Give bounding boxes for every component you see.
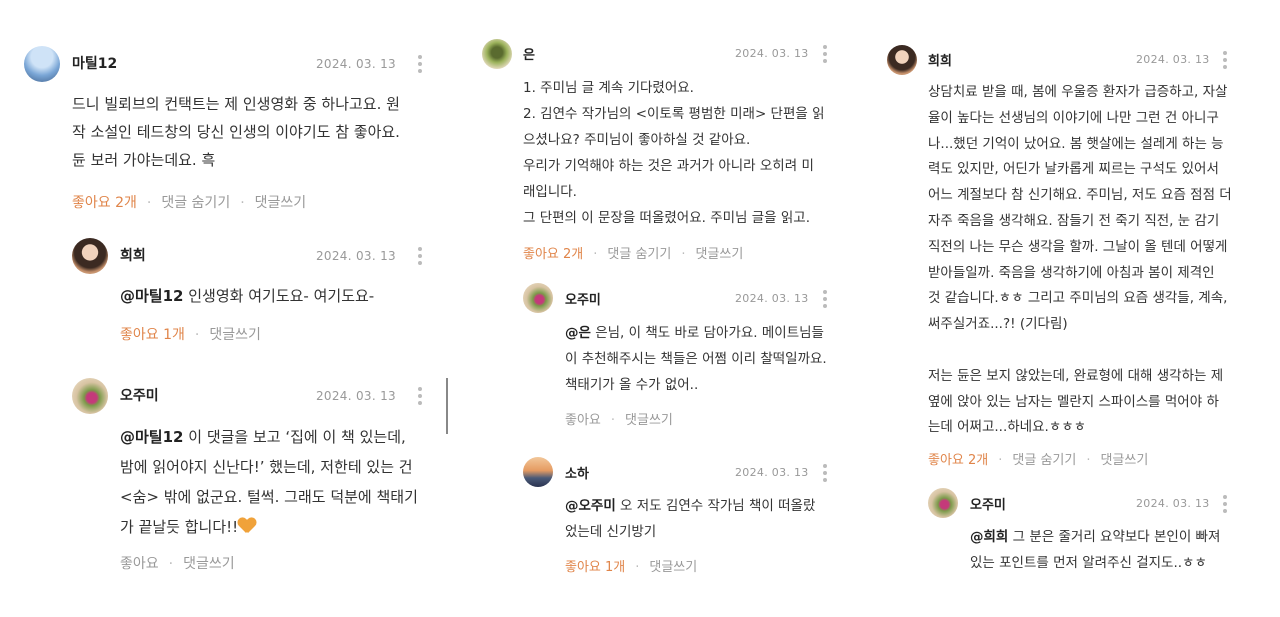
reply-button[interactable]: 댓글쓰기 xyxy=(1100,453,1148,468)
comment-actions: 좋아요 2개 · 댓글 숨기기 · 댓글쓰기 xyxy=(523,247,744,262)
comment-date: 2024. 03. 13 xyxy=(735,47,809,60)
avatar[interactable] xyxy=(523,283,553,313)
comment-text: 1. 주미님 글 계속 기다렸어요. 2. 김연수 작가님의 <이토록 평범한 … xyxy=(523,80,825,226)
comment-text: @은 은님, 이 책도 바로 담아가요. 메이트님들 이 추천해주시는 책들은 … xyxy=(565,325,827,393)
reply-button[interactable]: 댓글쓰기 xyxy=(649,560,697,575)
avatar[interactable] xyxy=(887,45,917,75)
comment: 희희 2024. 03. 13 상담치료 받을 때, 봄에 우울증 환자가 급증… xyxy=(880,0,1280,480)
comment-text: @희희 그 분은 줄거리 요약보다 본인이 빠져 있는 포인트를 먼저 알려주신… xyxy=(970,529,1221,571)
scrollbar-thumb[interactable] xyxy=(446,378,448,434)
mention-link[interactable]: @오주미 xyxy=(565,498,616,514)
comment-actions: 좋아요 · 댓글쓰기 xyxy=(120,556,235,572)
comment-actions: 좋아요 2개 · 댓글 숨기기 · 댓글쓰기 xyxy=(72,195,307,211)
orange-heart-icon xyxy=(238,518,256,534)
reply-button[interactable]: 댓글쓰기 xyxy=(625,413,673,428)
like-button[interactable]: 좋아요 2개 xyxy=(72,195,137,211)
reply-comment: 오주미 2024. 03. 13 @마틸12 이 댓글을 보고 ‘집에 이 책 … xyxy=(0,368,460,588)
like-button[interactable]: 좋아요 1개 xyxy=(120,327,185,343)
like-button[interactable]: 좋아요 xyxy=(120,556,159,572)
comment: 마틸12 2024. 03. 13 드니 빌뢰브의 컨택트는 제 인생영화 중 … xyxy=(0,0,460,220)
avatar[interactable] xyxy=(24,46,60,82)
comment-column-2: 은 2024. 03. 13 1. 주미님 글 계속 기다렸어요. 2. 김연수… xyxy=(470,0,880,617)
comment-author[interactable]: 오주미 xyxy=(565,289,601,308)
more-options-icon[interactable] xyxy=(823,290,827,311)
more-options-icon[interactable] xyxy=(1223,495,1227,516)
more-options-icon[interactable] xyxy=(418,247,422,268)
more-options-icon[interactable] xyxy=(418,387,422,408)
comment-author[interactable]: 희희 xyxy=(928,50,952,69)
comment-actions: 좋아요 1개 · 댓글쓰기 xyxy=(120,327,261,343)
comment-date: 2024. 03. 13 xyxy=(1136,53,1210,66)
reply-comment: 소하 2024. 03. 13 @오주미 오 저도 김연수 작가님 책이 떠올랐… xyxy=(470,455,880,585)
avatar[interactable] xyxy=(482,39,512,69)
hide-replies-button[interactable]: 댓글 숨기기 xyxy=(161,195,230,211)
like-button[interactable]: 좋아요 xyxy=(565,413,601,428)
comment-author[interactable]: 오주미 xyxy=(120,385,159,405)
comment-author[interactable]: 은 xyxy=(523,44,535,63)
avatar[interactable] xyxy=(928,488,958,518)
comment-actions: 좋아요 2개 · 댓글 숨기기 · 댓글쓰기 xyxy=(928,453,1149,468)
more-options-icon[interactable] xyxy=(1223,51,1227,72)
comment-text: @마틸12 이 댓글을 보고 ‘집에 이 책 있는데, 밤에 읽어야지 신난다!… xyxy=(120,428,418,536)
comment-date: 2024. 03. 13 xyxy=(316,57,396,71)
like-button[interactable]: 좋아요 2개 xyxy=(928,453,988,468)
more-options-icon[interactable] xyxy=(418,55,422,76)
more-options-icon[interactable] xyxy=(823,464,827,485)
mention-link[interactable]: @마틸12 xyxy=(120,428,183,446)
comment-date: 2024. 03. 13 xyxy=(316,249,396,263)
comment-author[interactable]: 마틸12 xyxy=(72,53,117,73)
comment-date: 2024. 03. 13 xyxy=(316,389,396,403)
comment-author[interactable]: 오주미 xyxy=(970,494,1006,513)
reply-comment: 오주미 2024. 03. 13 @희희 그 분은 줄거리 요약보다 본인이 빠… xyxy=(880,485,1280,595)
hide-replies-button[interactable]: 댓글 숨기기 xyxy=(1012,453,1076,468)
comment-text: 드니 빌뢰브의 컨택트는 제 인생영화 중 하나고요. 원 작 소설인 테드창의… xyxy=(72,95,400,169)
avatar[interactable] xyxy=(72,238,108,274)
reply-comment: 희희 2024. 03. 13 @마틸12 인생영화 여기도요- 여기도요- 좋… xyxy=(0,228,460,348)
like-button[interactable]: 좋아요 2개 xyxy=(523,247,583,262)
hide-replies-button[interactable]: 댓글 숨기기 xyxy=(607,247,671,262)
mention-link[interactable]: @은 xyxy=(565,325,591,341)
comment-date: 2024. 03. 13 xyxy=(1136,497,1210,510)
reply-button[interactable]: 댓글쓰기 xyxy=(183,556,235,572)
more-options-icon[interactable] xyxy=(823,45,827,66)
comment: 은 2024. 03. 13 1. 주미님 글 계속 기다렸어요. 2. 김연수… xyxy=(470,0,880,270)
comment-date: 2024. 03. 13 xyxy=(735,466,809,479)
comment-date: 2024. 03. 13 xyxy=(735,292,809,305)
comment-actions: 좋아요 · 댓글쓰기 xyxy=(565,413,673,428)
reply-button[interactable]: 댓글쓰기 xyxy=(209,327,261,343)
comment-text: 상담치료 받을 때, 봄에 우울증 환자가 급증하고, 자살 율이 높다는 선생… xyxy=(928,84,1232,436)
comment-text: @오주미 오 저도 김연수 작가님 책이 떠올랐 었는데 신기방기 xyxy=(565,498,816,540)
reply-button[interactable]: 댓글쓰기 xyxy=(695,247,743,262)
comment-author[interactable]: 희희 xyxy=(120,245,146,265)
mention-link[interactable]: @마틸12 xyxy=(120,287,183,305)
like-button[interactable]: 좋아요 1개 xyxy=(565,560,625,575)
avatar[interactable] xyxy=(72,378,108,414)
reply-button[interactable]: 댓글쓰기 xyxy=(255,195,307,211)
reply-comment: 오주미 2024. 03. 13 @은 은님, 이 책도 바로 담아가요. 메이… xyxy=(470,280,880,430)
comment-column-3: 희희 2024. 03. 13 상담치료 받을 때, 봄에 우울증 환자가 급증… xyxy=(880,0,1280,617)
mention-link[interactable]: @희희 xyxy=(970,529,1008,545)
comment-author[interactable]: 소하 xyxy=(565,463,589,482)
comment-text: @마틸12 인생영화 여기도요- 여기도요- xyxy=(120,287,375,305)
comment-actions: 좋아요 1개 · 댓글쓰기 xyxy=(565,560,698,575)
avatar[interactable] xyxy=(523,457,553,487)
comment-column-1: 마틸12 2024. 03. 13 드니 빌뢰브의 컨택트는 제 인생영화 중 … xyxy=(0,0,460,617)
